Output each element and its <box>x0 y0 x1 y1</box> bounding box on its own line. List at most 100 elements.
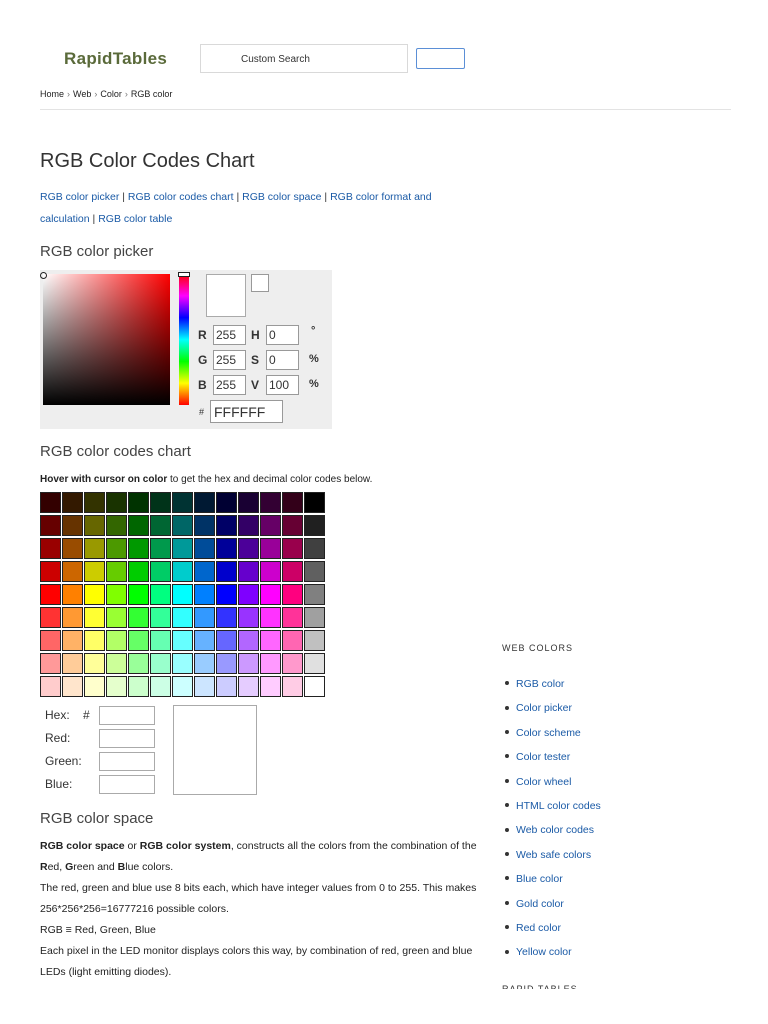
color-cell[interactable] <box>194 584 215 605</box>
color-cell[interactable] <box>238 492 259 513</box>
color-cell[interactable] <box>194 538 215 559</box>
color-cell[interactable] <box>128 538 149 559</box>
color-cell[interactable] <box>62 561 83 582</box>
color-cell[interactable] <box>172 538 193 559</box>
color-cell[interactable] <box>238 561 259 582</box>
red-lookup-field[interactable] <box>99 729 155 748</box>
value-input[interactable] <box>266 375 299 395</box>
color-cell[interactable] <box>304 607 325 628</box>
color-cell[interactable] <box>172 492 193 513</box>
toc-link-picker[interactable]: RGB color picker <box>40 191 119 203</box>
color-cell[interactable] <box>238 676 259 697</box>
color-cell[interactable] <box>216 515 237 536</box>
sidebar-link[interactable]: Web color codes <box>516 824 594 836</box>
color-cell[interactable] <box>40 561 61 582</box>
color-cell[interactable] <box>106 492 127 513</box>
color-cell[interactable] <box>216 584 237 605</box>
color-cell[interactable] <box>282 676 303 697</box>
hue-slider[interactable] <box>179 274 189 405</box>
color-cell[interactable] <box>40 630 61 651</box>
hex-lookup-field[interactable] <box>99 706 155 725</box>
color-cell[interactable] <box>128 676 149 697</box>
sidebar-link[interactable]: Color wheel <box>516 776 571 788</box>
color-cell[interactable] <box>150 607 171 628</box>
color-cell[interactable] <box>282 538 303 559</box>
color-cell[interactable] <box>194 607 215 628</box>
green-lookup-field[interactable] <box>99 752 155 771</box>
color-cell[interactable] <box>150 561 171 582</box>
color-cell[interactable] <box>260 676 281 697</box>
color-cell[interactable] <box>40 676 61 697</box>
color-cell[interactable] <box>282 515 303 536</box>
color-cell[interactable] <box>106 653 127 674</box>
color-cell[interactable] <box>84 515 105 536</box>
sidebar-item[interactable]: RGB color <box>502 675 601 699</box>
color-cell[interactable] <box>128 653 149 674</box>
color-cell[interactable] <box>238 630 259 651</box>
color-cell[interactable] <box>282 584 303 605</box>
sidebar-link[interactable]: Red color <box>516 922 561 934</box>
red-input[interactable] <box>213 325 246 345</box>
sidebar-item[interactable]: Web safe colors <box>502 846 601 870</box>
color-cell[interactable] <box>40 515 61 536</box>
color-cell[interactable] <box>84 607 105 628</box>
color-cell[interactable] <box>106 561 127 582</box>
breadcrumb-color[interactable]: Color <box>100 89 122 99</box>
color-cell[interactable] <box>216 607 237 628</box>
toc-link-chart[interactable]: RGB color codes chart <box>128 191 234 203</box>
color-cell[interactable] <box>62 492 83 513</box>
color-cell[interactable] <box>172 561 193 582</box>
color-cell[interactable] <box>260 538 281 559</box>
sidebar-item[interactable]: HTML color codes <box>502 797 601 821</box>
sidebar-item[interactable]: Color wheel <box>502 773 601 797</box>
color-cell[interactable] <box>40 492 61 513</box>
blue-lookup-field[interactable] <box>99 775 155 794</box>
color-cell[interactable] <box>150 584 171 605</box>
color-cell[interactable] <box>62 630 83 651</box>
color-cell[interactable] <box>40 653 61 674</box>
color-cell[interactable] <box>172 676 193 697</box>
hex-input[interactable] <box>210 400 283 423</box>
breadcrumb-home[interactable]: Home <box>40 89 64 99</box>
color-cell[interactable] <box>172 607 193 628</box>
color-cell[interactable] <box>304 653 325 674</box>
color-cell[interactable] <box>304 515 325 536</box>
color-cell[interactable] <box>260 492 281 513</box>
saturation-input[interactable] <box>266 350 299 370</box>
color-cell[interactable] <box>260 630 281 651</box>
color-cell[interactable] <box>40 584 61 605</box>
color-cell[interactable] <box>172 584 193 605</box>
color-cell[interactable] <box>150 538 171 559</box>
color-cell[interactable] <box>40 607 61 628</box>
sidebar-link[interactable]: Color scheme <box>516 727 581 739</box>
color-cell[interactable] <box>128 584 149 605</box>
color-cell[interactable] <box>282 653 303 674</box>
color-cell[interactable] <box>260 584 281 605</box>
color-cell[interactable] <box>84 630 105 651</box>
color-cell[interactable] <box>128 492 149 513</box>
sidebar-link[interactable]: Web safe colors <box>516 849 591 861</box>
color-cell[interactable] <box>194 515 215 536</box>
color-cell[interactable] <box>238 515 259 536</box>
color-cell[interactable] <box>40 538 61 559</box>
color-cell[interactable] <box>62 676 83 697</box>
sidebar-item[interactable]: Color tester <box>502 748 601 772</box>
sidebar-link[interactable]: Color tester <box>516 751 570 763</box>
color-cell[interactable] <box>84 584 105 605</box>
color-cell[interactable] <box>194 630 215 651</box>
color-cell[interactable] <box>128 630 149 651</box>
toc-link-space[interactable]: RGB color space <box>242 191 321 203</box>
color-cell[interactable] <box>106 515 127 536</box>
color-cell[interactable] <box>84 492 105 513</box>
color-cell[interactable] <box>260 607 281 628</box>
color-cell[interactable] <box>172 653 193 674</box>
color-cell[interactable] <box>304 538 325 559</box>
color-cell[interactable] <box>216 561 237 582</box>
sidebar-item[interactable]: Yellow color <box>502 943 601 967</box>
sv-handle[interactable] <box>40 272 47 279</box>
color-cell[interactable] <box>106 630 127 651</box>
color-cell[interactable] <box>84 676 105 697</box>
color-cell[interactable] <box>216 538 237 559</box>
color-cell[interactable] <box>194 492 215 513</box>
color-cell[interactable] <box>150 630 171 651</box>
